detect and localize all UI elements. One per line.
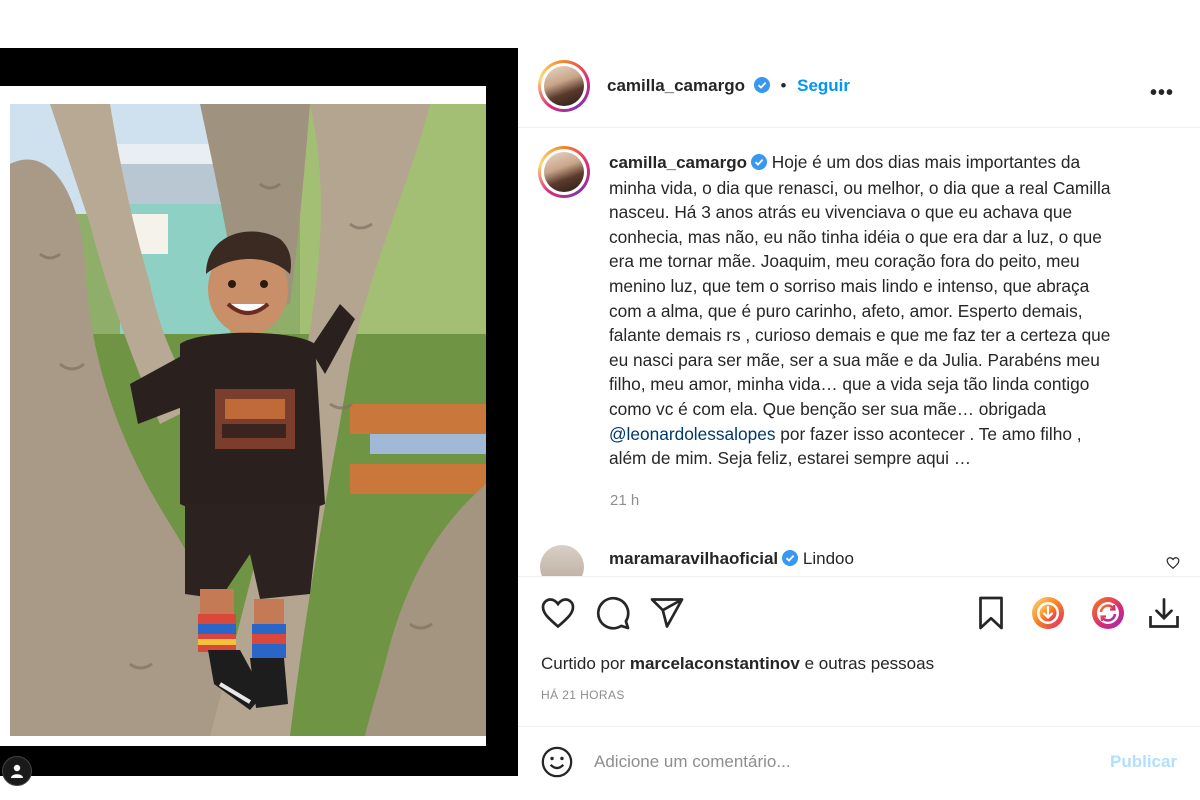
download-tray-icon[interactable] <box>1146 595 1182 631</box>
caption-mention-link[interactable]: @leonardolessalopes <box>609 424 775 444</box>
caption-line: filho, meu amor, minha vida… que a vida … <box>609 374 1090 395</box>
caption-line: por fazer isso acontecer . Te amo filho … <box>775 423 1082 444</box>
repost-circle-icon[interactable] <box>1090 595 1126 631</box>
comment-row: maramaravilhaoficial Lindoo <box>518 542 1200 576</box>
post-caption: camilla_camargo Hoje é um dos dias mais … <box>609 150 1169 471</box>
verified-badge-icon <box>753 77 770 93</box>
caption-line: minha vida, o dia que renasci, ou melhor… <box>609 177 1111 198</box>
caption-line: menino luz, que tem o sorriso mais lindo… <box>609 275 1090 296</box>
user-tag-button[interactable] <box>2 756 32 786</box>
user-tag-icon <box>11 764 23 778</box>
post-details-panel: camilla_camargo • Seguir ••• camilla_cam… <box>518 48 1200 800</box>
photo-frame <box>0 86 486 746</box>
author-username-link[interactable]: camilla_camargo <box>607 76 745 95</box>
emoji-icon[interactable] <box>540 745 574 779</box>
comment-input[interactable] <box>594 747 1074 777</box>
comment-text: maramaravilhaoficial Lindoo <box>609 549 854 569</box>
caption-timestamp[interactable]: 21 h <box>610 492 639 509</box>
caption-author-avatar[interactable] <box>538 146 590 198</box>
commenter-avatar[interactable] <box>540 545 584 576</box>
author-avatar[interactable] <box>538 60 590 112</box>
liked-by-user-link[interactable]: marcelaconstantinov <box>630 654 800 673</box>
publish-button[interactable]: Publicar <box>1110 752 1177 772</box>
caption-line: conhecia, mas não, eu não tinha idéia o … <box>609 226 1102 247</box>
caption-line: falante demais rs , curioso demais e que… <box>609 325 1111 346</box>
caption-line: Hoje é um dos dias mais importantes da <box>771 152 1081 172</box>
post-age[interactable]: HÁ 21 HORAS <box>541 688 625 702</box>
caption-line: com a alma, que é puro carinho, afeto, a… <box>609 300 1083 321</box>
caption-line: além de mim. Seja feliz, estarei sempre … <box>609 448 972 469</box>
photo-panel <box>0 48 518 786</box>
caption-area: camilla_camargo Hoje é um dos dias mais … <box>518 128 1200 568</box>
likes-prefix: Curtido por <box>541 654 630 673</box>
follow-button[interactable]: Seguir <box>797 76 850 95</box>
download-circle-icon[interactable] <box>1030 595 1066 631</box>
likes-summary: Curtido por marcelaconstantinov e outras… <box>541 654 934 674</box>
commenter-username[interactable]: maramaravilhaoficial <box>609 549 778 568</box>
post-header: camilla_camargo • Seguir ••• <box>518 48 1200 128</box>
caption-line: era me tornar mãe. Joaquim, meu coração … <box>609 251 1080 272</box>
post-actions: Curtido por marcelaconstantinov e outras… <box>518 576 1200 726</box>
more-options-button[interactable]: ••• <box>1150 82 1174 105</box>
caption-line: eu nasci para ser mãe, ser a sua mãe e d… <box>609 349 1100 370</box>
header-author: camilla_camargo • Seguir <box>607 76 850 96</box>
add-comment-bar: Publicar <box>518 726 1200 800</box>
caption-line: nasceu. Há 3 anos atrás eu vivenciava o … <box>609 202 1073 223</box>
paper-plane-icon[interactable] <box>649 595 685 631</box>
separator-dot: • <box>780 76 787 95</box>
likes-others-link[interactable]: e outras pessoas <box>800 654 934 673</box>
verified-badge-icon <box>750 154 767 170</box>
speech-bubble-icon[interactable] <box>595 595 631 631</box>
comment-heart-icon[interactable] <box>1166 556 1180 570</box>
heart-icon[interactable] <box>540 595 576 631</box>
comment-body: Lindoo <box>802 549 854 568</box>
verified-badge-icon <box>782 550 799 566</box>
caption-line: como vc é com ela. Que benção ser sua mã… <box>609 398 1047 419</box>
post-photo[interactable] <box>10 104 486 736</box>
caption-author-username[interactable]: camilla_camargo <box>609 153 747 172</box>
bookmark-icon[interactable] <box>973 595 1009 631</box>
